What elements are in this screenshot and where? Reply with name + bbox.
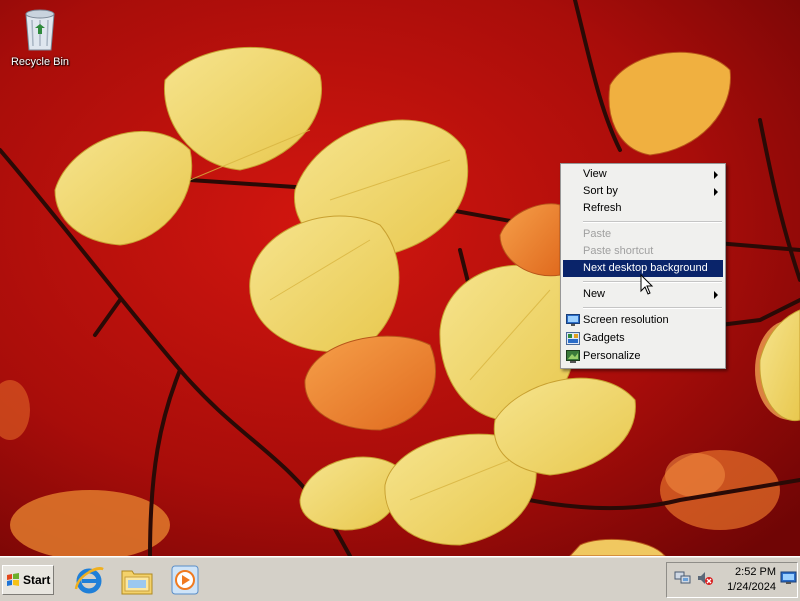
submenu-arrow-icon — [714, 291, 718, 299]
menu-item-sort-by-label: Sort by — [583, 185, 618, 197]
menu-item-gadgets[interactable]: Gadgets — [563, 330, 723, 347]
volume-muted-icon[interactable] — [696, 570, 714, 586]
menu-item-view[interactable]: View — [563, 166, 723, 183]
menu-item-paste[interactable]: Paste — [563, 226, 723, 243]
start-button[interactable]: Start — [2, 565, 54, 595]
personalize-icon — [566, 350, 580, 363]
menu-separator — [583, 221, 722, 223]
submenu-arrow-icon — [714, 188, 718, 196]
mouse-cursor-icon — [640, 274, 654, 295]
desktop-context-menu[interactable]: View Sort by Refresh Paste Paste shortcu… — [560, 163, 726, 369]
gadgets-icon — [566, 332, 580, 345]
start-button-label: Start — [23, 573, 51, 587]
menu-item-personalize[interactable]: Personalize — [563, 348, 723, 365]
menu-item-gadgets-label: Gadgets — [583, 332, 625, 344]
menu-item-next-desktop-background-label: Next desktop background — [583, 262, 708, 274]
menu-item-refresh[interactable]: Refresh — [563, 200, 723, 217]
menu-item-screen-resolution-label: Screen resolution — [583, 314, 669, 326]
menu-item-personalize-label: Personalize — [583, 350, 641, 362]
internet-explorer-icon[interactable] — [72, 563, 106, 597]
menu-item-view-label: View — [583, 168, 607, 180]
desktop[interactable]: Recycle Bin View Sort by Refresh Paste P… — [0, 0, 800, 556]
network-icon[interactable] — [674, 570, 692, 586]
menu-item-paste-label: Paste — [583, 228, 612, 240]
media-player-icon[interactable] — [168, 563, 202, 597]
menu-item-new-label: New — [583, 288, 606, 300]
windows-explorer-icon[interactable] — [120, 563, 154, 597]
recycle-bin-label: Recycle Bin — [10, 56, 70, 68]
submenu-arrow-icon — [714, 171, 718, 179]
clock-date[interactable]: 1/24/2024 — [716, 581, 776, 593]
menu-item-paste-shortcut[interactable]: Paste shortcut — [563, 243, 723, 260]
windows-flag-icon — [7, 573, 19, 586]
menu-separator — [583, 307, 722, 309]
menu-item-screen-resolution[interactable]: Screen resolution — [563, 312, 723, 329]
show-desktop-icon[interactable] — [780, 570, 798, 586]
desktop-icon-recycle-bin[interactable]: Recycle Bin — [6, 6, 74, 68]
menu-item-sort-by[interactable]: Sort by — [563, 183, 723, 200]
menu-item-refresh-label: Refresh — [583, 202, 622, 214]
menu-item-paste-shortcut-label: Paste shortcut — [583, 245, 654, 257]
clock-time[interactable]: 2:52 PM — [720, 566, 776, 578]
screen-resolution-icon — [566, 314, 580, 326]
recycle-bin-icon — [20, 6, 60, 52]
